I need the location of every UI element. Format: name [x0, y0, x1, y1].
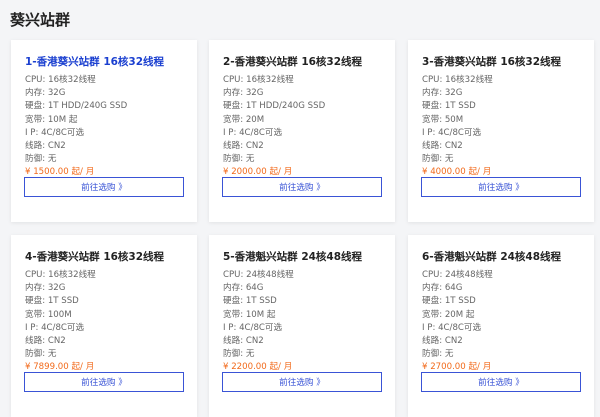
- card-title[interactable]: 3-香港葵兴站群 16核32线程: [422, 54, 581, 69]
- spec-ip: I P: 4C/8C可选: [422, 127, 482, 138]
- product-card: 2-香港葵兴站群 16核32线程 CPU: 16核32线程 内存: 32G 硬盘…: [209, 40, 395, 222]
- card-title[interactable]: 2-香港葵兴站群 16核32线程: [223, 54, 382, 69]
- spec-bandwidth: 宽带: 20M 起: [422, 309, 475, 320]
- spec-cpu: CPU: 16核32线程: [422, 75, 493, 85]
- buy-button[interactable]: 前往选购 》: [24, 177, 184, 197]
- spec-line: 线路: CN2: [422, 336, 463, 347]
- product-card: 3-香港葵兴站群 16核32线程 CPU: 16核32线程 内存: 32G 硬盘…: [408, 40, 594, 222]
- spec-disk: 硬盘: 1T SSD: [223, 296, 277, 307]
- product-card: 1-香港葵兴站群 16核32线程 CPU: 16核32线程 内存: 32G 硬盘…: [11, 40, 197, 222]
- spec-line: 线路: CN2: [25, 141, 66, 152]
- buy-button[interactable]: 前往选购 》: [222, 372, 382, 392]
- spec-disk: 硬盘: 1T SSD: [422, 296, 476, 307]
- product-card: 4-香港葵兴站群 16核32线程 CPU: 16核32线程 内存: 32G 硬盘…: [11, 235, 197, 417]
- spec-ip: I P: 4C/8C可选: [25, 322, 85, 333]
- spec-defense: 防御: 无: [223, 349, 255, 360]
- card-title[interactable]: 5-香港魁兴站群 24核48线程: [223, 249, 382, 264]
- spec-cpu: CPU: 16核32线程: [25, 75, 96, 85]
- buy-button[interactable]: 前往选购 》: [421, 177, 581, 197]
- spec-bandwidth: 宽带: 50M: [422, 114, 464, 125]
- spec-defense: 防御: 无: [223, 154, 255, 165]
- spec-line: 线路: CN2: [25, 336, 66, 347]
- spec-bandwidth: 宽带: 10M 起: [25, 114, 78, 125]
- page-title: 葵兴站群: [10, 11, 71, 29]
- spec-memory: 内存: 64G: [223, 283, 264, 294]
- spec-defense: 防御: 无: [25, 154, 57, 165]
- spec-disk: 硬盘: 1T SSD: [25, 296, 79, 307]
- buy-button[interactable]: 前往选购 》: [24, 372, 184, 392]
- spec-ip: I P: 4C/8C可选: [223, 322, 283, 333]
- spec-cpu: CPU: 16核32线程: [25, 270, 96, 280]
- card-title[interactable]: 6-香港魁兴站群 24核48线程: [422, 249, 581, 264]
- spec-line: 线路: CN2: [223, 141, 264, 152]
- spec-disk: 硬盘: 1T HDD/240G SSD: [223, 101, 326, 112]
- spec-ip: I P: 4C/8C可选: [422, 322, 482, 333]
- spec-ip: I P: 4C/8C可选: [25, 127, 85, 138]
- spec-memory: 内存: 32G: [25, 88, 66, 99]
- card-title[interactable]: 1-香港葵兴站群 16核32线程: [25, 54, 184, 69]
- spec-cpu: CPU: 24核48线程: [223, 270, 294, 280]
- spec-memory: 内存: 32G: [223, 88, 264, 99]
- spec-defense: 防御: 无: [422, 154, 454, 165]
- buy-button[interactable]: 前往选购 》: [222, 177, 382, 197]
- spec-line: 线路: CN2: [422, 141, 463, 152]
- spec-ip: I P: 4C/8C可选: [223, 127, 283, 138]
- spec-defense: 防御: 无: [422, 349, 454, 360]
- spec-disk: 硬盘: 1T HDD/240G SSD: [25, 101, 128, 112]
- spec-bandwidth: 宽带: 100M: [25, 309, 72, 320]
- card-title[interactable]: 4-香港葵兴站群 16核32线程: [25, 249, 184, 264]
- spec-disk: 硬盘: 1T SSD: [422, 101, 476, 112]
- buy-button[interactable]: 前往选购 》: [421, 372, 581, 392]
- spec-line: 线路: CN2: [223, 336, 264, 347]
- spec-memory: 内存: 64G: [422, 283, 463, 294]
- product-card: 6-香港魁兴站群 24核48线程 CPU: 24核48线程 内存: 64G 硬盘…: [408, 235, 594, 417]
- spec-cpu: CPU: 16核32线程: [223, 75, 294, 85]
- spec-defense: 防御: 无: [25, 349, 57, 360]
- spec-cpu: CPU: 24核48线程: [422, 270, 493, 280]
- spec-memory: 内存: 32G: [422, 88, 463, 99]
- product-card: 5-香港魁兴站群 24核48线程 CPU: 24核48线程 内存: 64G 硬盘…: [209, 235, 395, 417]
- spec-bandwidth: 宽带: 20M: [223, 114, 265, 125]
- spec-bandwidth: 宽带: 10M 起: [223, 309, 276, 320]
- spec-memory: 内存: 32G: [25, 283, 66, 294]
